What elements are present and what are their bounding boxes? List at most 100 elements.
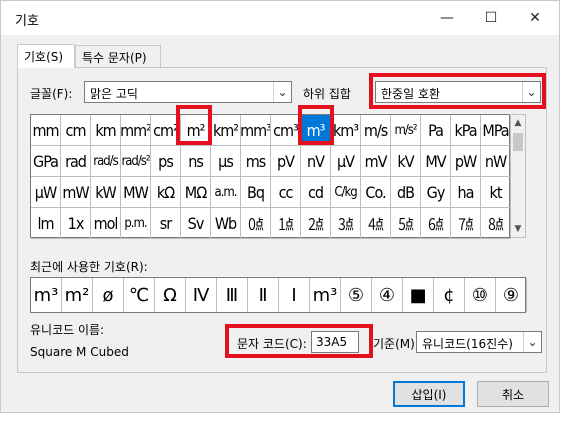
scroll-up-icon[interactable]: ▲ [511, 115, 525, 131]
symbol-cell[interactable]: ps [151, 146, 181, 177]
symbol-cell[interactable]: ㍠ [481, 208, 511, 239]
symbol-cell[interactable]: nV [301, 146, 331, 177]
recent-symbols[interactable]: m³ m² ø ℃ Ω Ⅳ Ⅲ Ⅱ Ⅰm³ ⑤ ④ ■ ¢ ⑩ ⑨ [30, 277, 527, 313]
symbol-cell[interactable]: ns [181, 146, 211, 177]
symbol-cell[interactable]: ㍛ [331, 208, 361, 239]
symbol-cell[interactable]: mV [361, 146, 391, 177]
symbol-cell[interactable]: kΩ [151, 177, 181, 208]
symbol-cell[interactable]: 1x [61, 208, 91, 239]
unicode-name-value: Square M Cubed [30, 345, 129, 359]
highlight-box [225, 324, 373, 358]
symbol-cell[interactable]: ㍟ [451, 208, 481, 239]
highlight-box [298, 105, 334, 145]
from-value: 유니코드(16진수) [422, 337, 513, 351]
symbol-cell[interactable]: a.m. [211, 177, 241, 208]
symbol-dialog: 기호 — ☐ ✕ 기호(S) 특수 문자(P) 글꼴(F): 맑은 고딕 ⌄ 하… [0, 0, 560, 413]
recent-symbol-cell[interactable]: Ⅳ [186, 278, 217, 312]
symbol-cell[interactable]: rad/s [91, 146, 121, 177]
recent-symbol-cell[interactable]: ④ [372, 278, 403, 312]
grid-scrollbar[interactable]: ▲ ▼ [511, 114, 526, 238]
symbol-cell[interactable]: nW [481, 146, 511, 177]
symbol-cell[interactable]: mW [61, 177, 91, 208]
symbol-cell[interactable]: cm³ [271, 115, 301, 146]
recent-symbol-cell[interactable]: m³ [310, 278, 341, 312]
symbol-grid[interactable]: mm cm km mm² cm² m² km² mm³ cm³ m³ km³ m/s m/s² Pa kPa… [30, 114, 511, 239]
symbol-cell[interactable]: lm [31, 208, 61, 239]
symbol-cell[interactable]: MV [421, 146, 451, 177]
symbol-cell[interactable]: pW [451, 146, 481, 177]
window-title: 기호 [15, 14, 39, 29]
symbol-cell[interactable]: μs [211, 146, 241, 177]
symbol-cell[interactable]: ha [451, 177, 481, 208]
close-icon: ✕ [529, 10, 541, 26]
recent-symbol-cell[interactable]: ■ [403, 278, 434, 312]
symbol-cell[interactable]: ㍞ [421, 208, 451, 239]
recent-symbol-cell[interactable]: Ⅱ [248, 278, 279, 312]
symbol-cell[interactable]: cm [61, 115, 91, 146]
symbol-cell[interactable]: μW [31, 177, 61, 208]
recent-symbol-cell[interactable]: m² [62, 278, 93, 312]
symbol-cell[interactable]: cd [301, 177, 331, 208]
tab-symbols[interactable]: 기호(S) [17, 44, 75, 68]
minimize-button[interactable]: — [425, 1, 469, 35]
symbol-cell[interactable]: dB [391, 177, 421, 208]
recent-symbol-cell[interactable]: Ⅰ [279, 278, 310, 312]
scroll-thumb[interactable] [513, 133, 523, 151]
symbol-cell[interactable]: pV [271, 146, 301, 177]
recent-symbol-cell[interactable]: ¢ [434, 278, 465, 312]
recent-symbol-cell[interactable]: Ⅲ [217, 278, 248, 312]
insert-button[interactable]: 삽입(I) [393, 381, 465, 407]
recent-symbol-cell[interactable]: ⑩ [465, 278, 496, 312]
symbol-cell[interactable]: ㍚ [301, 208, 331, 239]
symbol-cell[interactable]: mm² [121, 115, 151, 146]
scroll-down-icon[interactable]: ▼ [511, 221, 525, 237]
symbol-cell[interactable]: mm³ [241, 115, 271, 146]
close-button[interactable]: ✕ [513, 1, 557, 35]
tab-special-characters[interactable]: 특수 문자(P) [75, 45, 161, 67]
symbol-cell[interactable]: km³ [331, 115, 361, 146]
recent-symbol-cell[interactable]: Ω [155, 278, 186, 312]
symbol-cell[interactable]: sr [151, 208, 181, 239]
symbol-cell[interactable]: Wb [211, 208, 241, 239]
maximize-button[interactable]: ☐ [469, 1, 513, 35]
symbol-cell[interactable]: Sv [181, 208, 211, 239]
symbol-cell[interactable]: kt [481, 177, 511, 208]
cancel-button[interactable]: 취소 [477, 381, 549, 407]
symbol-cell[interactable]: m/s [361, 115, 391, 146]
symbol-cell[interactable]: Bq [241, 177, 271, 208]
symbol-cell[interactable]: kW [91, 177, 121, 208]
recent-symbol-cell[interactable]: m³ [31, 278, 62, 312]
symbol-cell[interactable]: p.m. [121, 208, 151, 239]
symbol-cell[interactable]: GPa [31, 146, 61, 177]
symbol-cell[interactable]: rad [61, 146, 91, 177]
font-label: 글꼴(F): [30, 87, 73, 101]
symbol-cell[interactable]: MPa [481, 115, 511, 146]
symbol-cell[interactable]: ㍜ [361, 208, 391, 239]
symbol-cell[interactable]: km² [211, 115, 241, 146]
symbol-cell[interactable]: mol [91, 208, 121, 239]
symbol-cell[interactable]: ㍙ [271, 208, 301, 239]
symbol-cell[interactable]: kPa [451, 115, 481, 146]
from-select[interactable]: 유니코드(16진수) ⌄ [416, 331, 542, 353]
symbol-cell[interactable]: cc [271, 177, 301, 208]
symbol-cell[interactable]: MΩ [181, 177, 211, 208]
symbol-cell[interactable]: ㍘ [241, 208, 271, 239]
symbol-cell[interactable]: MW [121, 177, 151, 208]
font-select[interactable]: 맑은 고딕 ⌄ [84, 81, 292, 103]
symbol-cell[interactable]: Co. [361, 177, 391, 208]
symbol-cell[interactable]: kV [391, 146, 421, 177]
symbol-cell[interactable]: μV [331, 146, 361, 177]
symbol-cell[interactable]: ms [241, 146, 271, 177]
symbol-cell[interactable]: km [91, 115, 121, 146]
symbol-cell[interactable]: mm [31, 115, 61, 146]
recent-symbol-cell[interactable]: ⑨ [496, 278, 527, 312]
symbol-cell[interactable]: Pa [421, 115, 451, 146]
recent-symbol-cell[interactable]: ø [93, 278, 124, 312]
symbol-cell[interactable]: Gy [421, 177, 451, 208]
symbol-cell[interactable]: m/s² [391, 115, 421, 146]
recent-symbol-cell[interactable]: ⑤ [341, 278, 372, 312]
recent-symbol-cell[interactable]: ℃ [124, 278, 155, 312]
symbol-cell[interactable]: C/kg [331, 177, 361, 208]
symbol-cell[interactable]: rad/s² [121, 146, 151, 177]
symbol-cell[interactable]: ㍝ [391, 208, 421, 239]
